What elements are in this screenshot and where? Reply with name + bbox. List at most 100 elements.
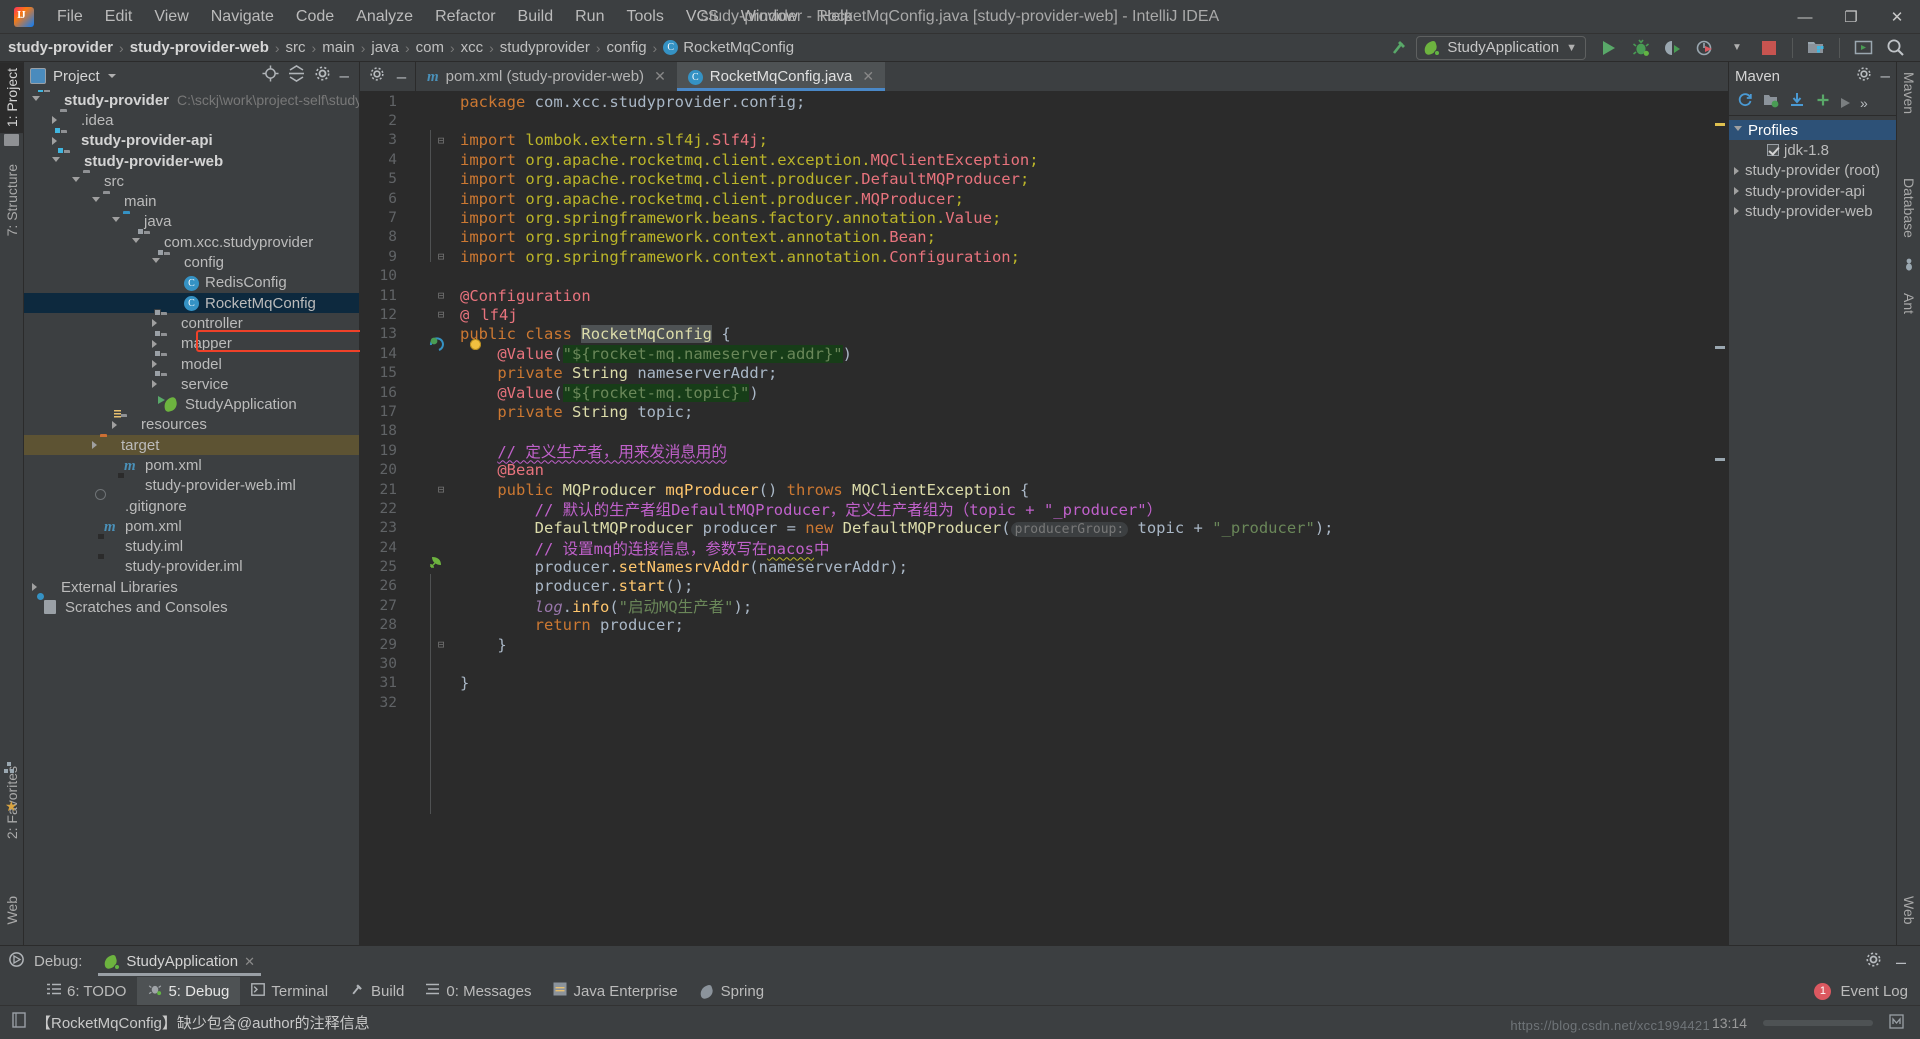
code-editor[interactable]: 1 package com.xcc.studyprovider.config; 2 3… <box>360 92 1728 945</box>
chevron-down-icon[interactable] <box>107 74 116 78</box>
tree-node-mapper[interactable]: mapper <box>24 329 359 354</box>
menu-edit[interactable]: Edit <box>94 5 144 29</box>
tree-node-controller[interactable]: controller <box>24 309 359 333</box>
breadcrumb-item-studyprovider[interactable]: studyprovider <box>500 39 590 56</box>
maven-node-jdk-1-8[interactable]: jdk-1.8 <box>1729 140 1896 160</box>
tree-node-gitignore[interactable]: .gitignore <box>24 496 359 516</box>
breadcrumb-item-xcc[interactable]: xcc <box>461 39 484 56</box>
minimize-button[interactable]: — <box>1782 0 1828 34</box>
tool-tab-maven[interactable]: Maven <box>1897 66 1920 120</box>
code-line[interactable]: 30 <box>360 654 1728 673</box>
collapse-arrow-icon[interactable] <box>152 258 160 267</box>
code-line[interactable]: 29 ⊟ } <box>360 635 1728 654</box>
maven-project-tree[interactable]: Profiles jdk-1.8 study-provider (root) stud… <box>1729 116 1896 221</box>
code-line[interactable]: 27 log.info("启动MQ生产者"); <box>360 596 1728 616</box>
code-line[interactable]: 8 import org.springframework.context.anno… <box>360 228 1728 247</box>
code-line[interactable]: 5 import org.apache.rocketmq.client.produ… <box>360 170 1728 189</box>
tree-node-studyapplication[interactable]: StudyApplication <box>24 394 359 414</box>
fold-marker[interactable]: ⊟ <box>430 483 452 496</box>
code-line[interactable]: 31} <box>360 674 1728 693</box>
code-line[interactable]: 6 import org.apache.rocketmq.client.produ… <box>360 189 1728 208</box>
reimport-icon[interactable] <box>1737 92 1753 113</box>
code-line[interactable]: 24 // 设置mq的连接信息，参数写在nacos中 <box>360 538 1728 558</box>
bottom-tab-build[interactable]: Build <box>339 977 415 1005</box>
event-log-label[interactable]: Event Log <box>1840 983 1908 1000</box>
tool-tab-ant[interactable]: Ant <box>1897 287 1920 320</box>
fold-marker[interactable]: ⊟ <box>430 250 452 263</box>
tool-tab-web[interactable]: Web <box>0 890 24 931</box>
menu-code[interactable]: Code <box>285 5 345 29</box>
tree-node-external-libraries[interactable]: External Libraries <box>24 577 359 597</box>
code-line[interactable]: 14 @Value("${rocket-mq.nameserver.addr}"… <box>360 344 1728 363</box>
terminal-icon[interactable] <box>1848 36 1878 60</box>
code-line[interactable]: 4 import org.apache.rocketmq.client.excep… <box>360 150 1728 169</box>
chevron-down-icon[interactable]: ▼ <box>1722 36 1752 60</box>
settings-gear-icon[interactable] <box>1865 951 1882 973</box>
tree-node-target[interactable]: target <box>24 435 359 456</box>
tree-node-study-provider-iml[interactable]: study-provider.iml <box>24 557 359 577</box>
code-line[interactable]: 2 <box>360 111 1728 130</box>
collapse-arrow-icon[interactable] <box>112 217 120 226</box>
bottom-tab-debug[interactable]: 5: Debug <box>137 977 241 1005</box>
fold-marker[interactable]: ⊟ <box>430 638 452 651</box>
breadcrumb-item-study-provider-web[interactable]: study-provider-web <box>130 39 269 56</box>
close-icon[interactable]: ✕ <box>862 68 874 85</box>
download-sources-icon[interactable] <box>1789 92 1805 113</box>
code-line[interactable]: 7 import org.springframework.beans.factor… <box>360 208 1728 227</box>
fold-marker[interactable]: ⊟ <box>430 308 452 321</box>
expand-arrow-icon[interactable] <box>112 420 117 429</box>
tree-node-idea[interactable]: .idea <box>24 110 359 130</box>
intention-bulb-icon[interactable] <box>470 339 481 350</box>
profiler-icon[interactable] <box>1690 36 1720 60</box>
breadcrumb-item-com[interactable]: com <box>416 39 444 56</box>
tree-node-study-provider[interactable]: study-provider C:\sckj\work\project-self\… <box>24 90 359 110</box>
bottom-tab-spring[interactable]: Spring <box>689 977 775 1005</box>
profile-checkbox[interactable] <box>1767 144 1779 157</box>
hide-icon[interactable]: – <box>1896 953 1906 971</box>
maven-node-study-provider-api[interactable]: study-provider-api <box>1729 181 1896 201</box>
menu-build[interactable]: Build <box>507 5 565 29</box>
expand-arrow-icon[interactable] <box>152 319 157 328</box>
run-coverage-icon[interactable] <box>1658 36 1688 60</box>
code-line[interactable]: 17 private String topic; <box>360 402 1728 421</box>
breadcrumb-item-src[interactable]: src <box>286 39 306 56</box>
menu-navigate[interactable]: Navigate <box>200 5 285 29</box>
maven-node-study-provider-web[interactable]: study-provider-web <box>1729 201 1896 221</box>
run-icon[interactable] <box>1594 36 1624 60</box>
expand-arrow-icon[interactable] <box>32 583 37 592</box>
code-line[interactable]: 3 ⊟ import lombok.extern.slf4j.Slf4j; <box>360 131 1728 150</box>
fold-marker[interactable]: ⊟ <box>430 289 452 302</box>
breadcrumb-item-config[interactable]: config <box>607 39 647 56</box>
bottom-tab-messages[interactable]: 0: Messages <box>415 977 542 1005</box>
menu-file[interactable]: File <box>46 5 94 29</box>
tree-node-service[interactable]: service <box>24 370 359 394</box>
error-stripe-mark[interactable] <box>1715 458 1725 461</box>
expand-arrow-icon[interactable] <box>1734 187 1739 196</box>
code-line[interactable]: 21 ⊟ public MQProducer mqProducer() throw… <box>360 480 1728 499</box>
code-line[interactable]: 13 public class RocketMqConfig { <box>360 325 1728 344</box>
memory-indicator[interactable] <box>1889 1013 1904 1032</box>
collapse-arrow-icon[interactable] <box>52 156 60 166</box>
code-line[interactable]: 28 return producer; <box>360 616 1728 635</box>
maven-node-profiles[interactable]: Profiles <box>1729 120 1896 141</box>
expand-arrow-icon[interactable] <box>152 360 157 368</box>
tree-node-java[interactable]: java <box>24 212 359 232</box>
tree-node-resources[interactable]: resources <box>24 409 359 435</box>
menu-refactor[interactable]: Refactor <box>424 5 506 29</box>
maven-node-study-provider-root[interactable]: study-provider (root) <box>1729 161 1896 181</box>
tree-node-redisconfig[interactable]: C RedisConfig <box>24 273 359 293</box>
add-maven-project-icon[interactable] <box>1815 92 1831 113</box>
close-icon[interactable]: ✕ <box>244 954 255 970</box>
tree-node-study-provider-api[interactable]: study-provider-api <box>24 126 359 151</box>
tool-tab-project[interactable]: 1: Project <box>0 62 24 134</box>
tool-tab-structure[interactable]: 7: Structure <box>0 158 24 242</box>
breadcrumb-item-rocketmqconfig[interactable]: C RocketMqConfig <box>663 39 794 56</box>
tree-node-pom-xml[interactable]: m pom.xml <box>24 455 359 475</box>
code-line[interactable]: 16 @Value("${rocket-mq.topic}") <box>360 383 1728 402</box>
tree-node-com-xcc-studyprovider[interactable]: com.xcc.studyprovider <box>24 228 359 252</box>
menu-run[interactable]: Run <box>564 5 615 29</box>
editor-tab-rocketmqconfig-java[interactable]: C RocketMqConfig.java ✕ <box>676 62 886 91</box>
code-line[interactable]: 23 DefaultMQProducer producer = new Defa… <box>360 519 1728 538</box>
code-line[interactable]: 20 @Bean <box>360 460 1728 479</box>
tree-node-src[interactable]: src <box>24 171 359 191</box>
